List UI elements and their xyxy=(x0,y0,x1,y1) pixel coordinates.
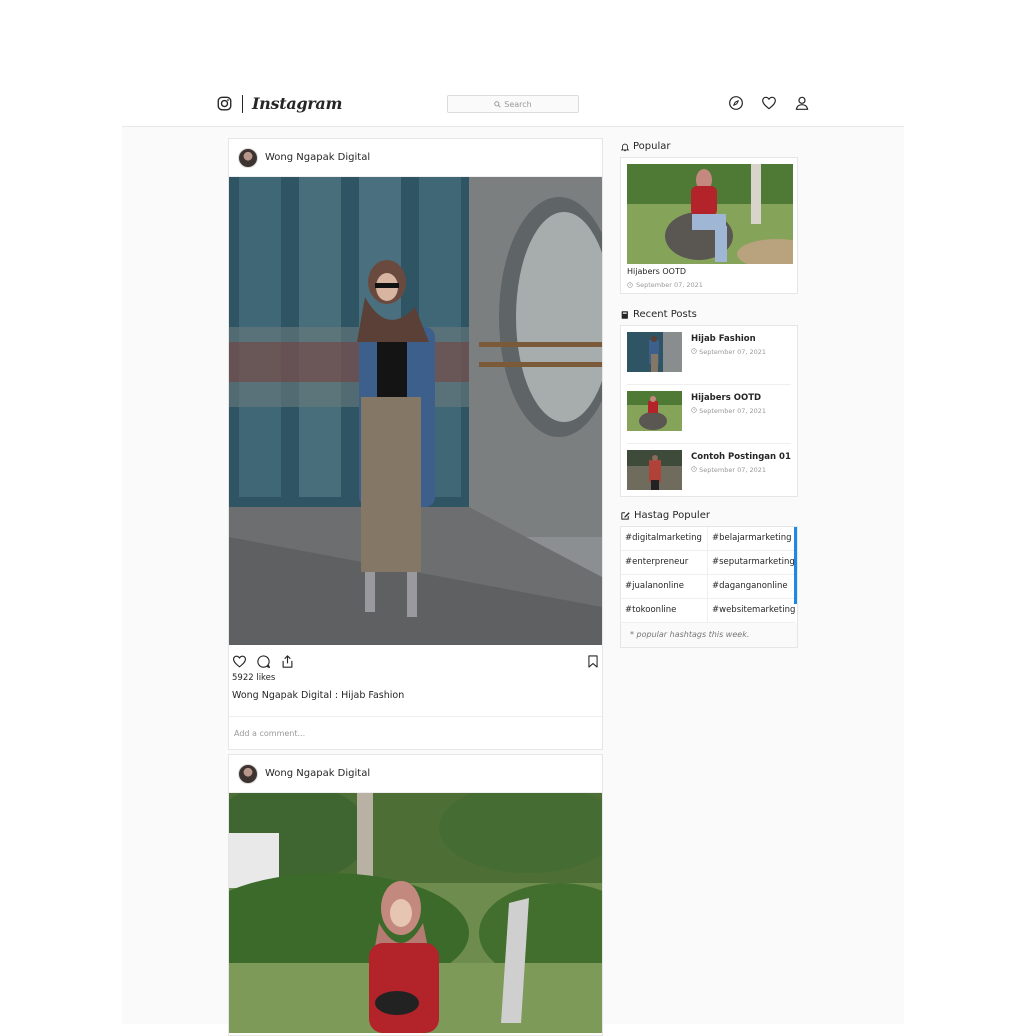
recent-post-date-text: September 07, 2021 xyxy=(699,466,767,474)
user-icon[interactable] xyxy=(794,95,810,111)
edit-icon xyxy=(621,512,630,520)
bookmark-icon[interactable] xyxy=(586,654,600,669)
instagram-glyph-icon xyxy=(217,96,232,111)
hashtags-scrollbar[interactable] xyxy=(794,527,797,604)
hashtags-title-text: Hastag Populer xyxy=(634,510,710,521)
clock-icon xyxy=(627,282,633,288)
comment-icon[interactable] xyxy=(256,654,271,669)
hashtag-link[interactable]: #daganganonline xyxy=(708,575,795,599)
brand-divider xyxy=(242,94,243,113)
hashtags-card: #digitalmarketing #belajarmarketing #ent… xyxy=(620,526,798,648)
post-image[interactable] xyxy=(229,793,602,1033)
recent-post-title[interactable]: Contoh Postingan 01 xyxy=(691,452,791,462)
recent-post-item[interactable]: Hijabers OOTD September 07, 2021 xyxy=(627,385,791,444)
post-username[interactable]: Wong Ngapak Digital xyxy=(265,768,370,779)
post-caption: Wong Ngapak Digital : Hijab Fashion xyxy=(232,690,405,701)
search-input[interactable]: Search xyxy=(447,95,579,113)
post-photo-hijabers-ootd xyxy=(229,793,602,1033)
feed-post: Wong Ngapak Digital xyxy=(228,138,603,750)
recent-post-date-text: September 07, 2021 xyxy=(699,407,767,415)
popular-post-thumbnail xyxy=(627,164,793,264)
search-placeholder: Search xyxy=(504,99,532,109)
recent-post-item[interactable]: Contoh Postingan 01 September 07, 2021 xyxy=(627,444,791,502)
recent-post-title[interactable]: Hijab Fashion xyxy=(691,334,756,344)
post-image[interactable] xyxy=(229,177,602,645)
recent-post-thumbnail xyxy=(627,332,682,372)
post-header: Wong Ngapak Digital xyxy=(229,139,602,177)
post-header: Wong Ngapak Digital xyxy=(229,755,602,793)
hashtag-link[interactable]: #digitalmarketing xyxy=(621,527,708,551)
popular-section: Popular Hijabers OOTD September 07, 2021 xyxy=(620,141,798,294)
recent-post-date: September 07, 2021 xyxy=(691,407,766,415)
brand-wordmark: Instagram xyxy=(252,94,343,113)
recent-posts-title-text: Recent Posts xyxy=(633,309,697,320)
clock-icon xyxy=(691,466,697,472)
hashtag-link[interactable]: #belajarmarketing xyxy=(708,527,795,551)
brand[interactable]: Instagram xyxy=(217,94,342,113)
likes-count: 5922 likes xyxy=(232,673,276,683)
post-actions xyxy=(229,645,602,673)
comment-input[interactable]: Add a comment... xyxy=(229,716,602,749)
popular-post-card[interactable]: Hijabers OOTD September 07, 2021 xyxy=(620,157,798,294)
hashtag-link[interactable]: #tokoonline xyxy=(621,599,708,623)
heart-icon[interactable] xyxy=(761,95,777,111)
hashtag-link[interactable]: #seputarmarketing xyxy=(708,551,795,575)
hashtag-link[interactable]: #websitemarketing xyxy=(708,599,795,623)
share-icon[interactable] xyxy=(280,654,295,669)
recent-posts-section: Recent Posts Hijab Fashion September 07,… xyxy=(620,309,798,497)
hashtag-link[interactable]: #jualanonline xyxy=(621,575,708,599)
bell-icon xyxy=(620,143,630,151)
popular-title-text: Popular xyxy=(633,141,671,152)
hashtags-title: Hastag Populer xyxy=(620,510,798,521)
page-content: Wong Ngapak Digital 5922 likes Wong Ngap… xyxy=(122,127,904,1036)
recent-post-title[interactable]: Hijabers OOTD xyxy=(691,393,761,403)
recent-post-thumbnail xyxy=(627,391,682,431)
clock-icon xyxy=(691,348,697,354)
compass-icon[interactable] xyxy=(728,95,744,111)
hashtags-section: Hastag Populer #digitalmarketing #belaja… xyxy=(620,510,798,648)
avatar[interactable] xyxy=(238,763,258,784)
top-navigation-bar: Instagram Search xyxy=(0,80,1024,126)
popular-post-date-text: September 07, 2021 xyxy=(636,281,703,289)
recent-post-date: September 07, 2021 xyxy=(691,466,766,474)
popular-title: Popular xyxy=(620,141,798,152)
recent-post-date: September 07, 2021 xyxy=(691,348,766,356)
recent-posts-card: Hijab Fashion September 07, 2021 Hijaber… xyxy=(620,325,798,497)
search-icon xyxy=(494,100,501,108)
feed-post: Wong Ngapak Digital xyxy=(228,754,603,1036)
popular-post-title[interactable]: Hijabers OOTD xyxy=(627,267,686,276)
like-heart-icon[interactable] xyxy=(232,654,247,669)
recent-post-thumbnail xyxy=(627,450,682,490)
hashtags-note: * popular hashtags this week. xyxy=(621,623,797,647)
recent-posts-title: Recent Posts xyxy=(620,309,798,320)
clock-icon xyxy=(691,407,697,413)
popular-post-date: September 07, 2021 xyxy=(627,281,703,289)
avatar[interactable] xyxy=(238,147,258,168)
post-photo-hijab-fashion xyxy=(229,177,602,645)
recent-post-date-text: September 07, 2021 xyxy=(699,348,767,356)
book-icon xyxy=(621,310,628,319)
recent-post-item[interactable]: Hijab Fashion September 07, 2021 xyxy=(627,326,791,385)
post-username[interactable]: Wong Ngapak Digital xyxy=(265,152,370,163)
hashtag-link[interactable]: #enterpreneur xyxy=(621,551,708,575)
